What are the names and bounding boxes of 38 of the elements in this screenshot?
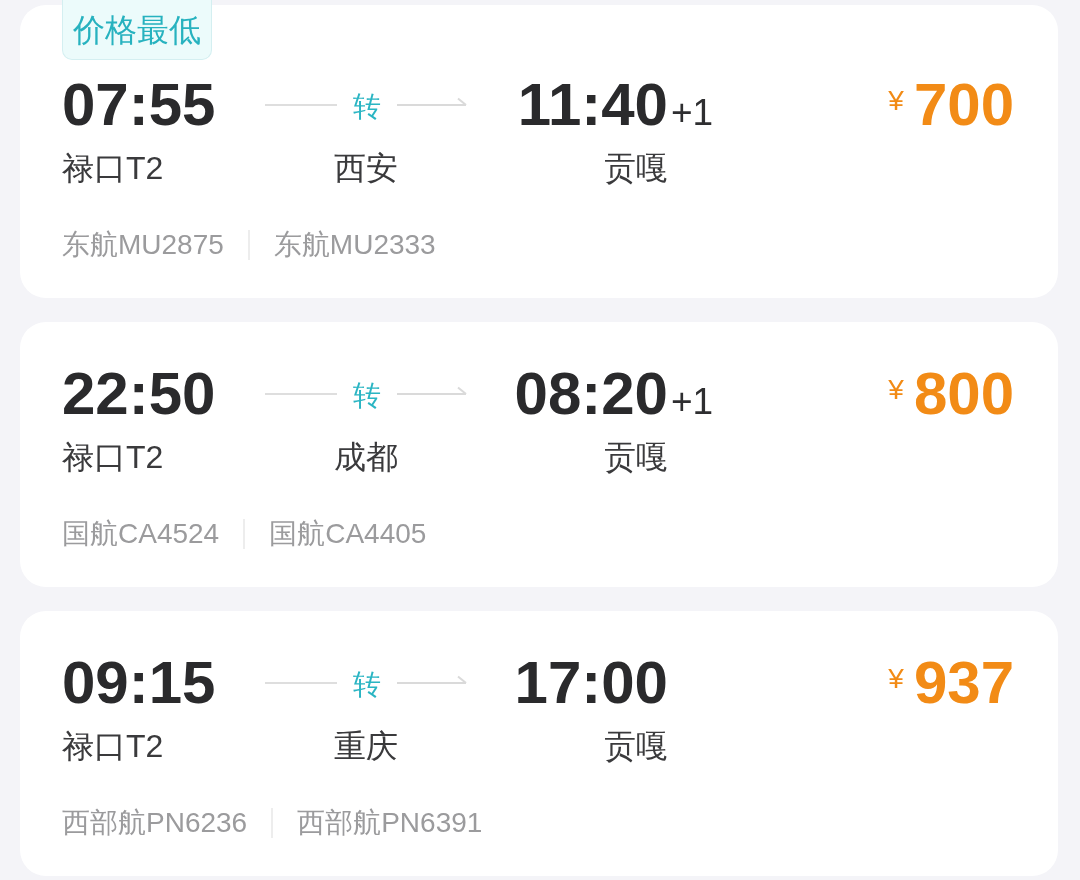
- transfer-label: 转: [352, 90, 381, 123]
- departure-time: 07:55: [62, 75, 216, 135]
- arrival-airport: 贡嘎: [604, 727, 668, 766]
- arrival-time: 08:20: [514, 364, 668, 424]
- transfer-label: 转: [352, 668, 381, 701]
- transfer-city: 重庆: [333, 727, 398, 766]
- currency-symbol: ¥: [888, 86, 904, 116]
- flight-number: 西部航PN6236: [62, 806, 248, 840]
- arrival-time: 17:00: [514, 653, 668, 713]
- connector-arrow: [396, 675, 467, 684]
- price-amount: 800: [913, 364, 1014, 424]
- connector-arrow: [396, 386, 467, 395]
- departure-time: 09:15: [62, 653, 216, 713]
- departure-time: 22:50: [62, 364, 216, 424]
- price-amount: 937: [913, 653, 1014, 713]
- flight-number: 东航MU2875: [62, 228, 224, 262]
- flight-number: 国航CA4524: [62, 517, 220, 551]
- departure-airport: 禄口T2: [62, 727, 164, 766]
- arrival-airport: 贡嘎: [604, 438, 668, 477]
- currency-symbol: ¥: [888, 664, 904, 694]
- arrival-time: 11:40: [517, 75, 668, 135]
- flight-number: 国航CA4405: [269, 517, 427, 551]
- flight-number: 东航MU2333: [273, 228, 436, 262]
- departure-airport: 禄口T2: [62, 149, 164, 188]
- next-day-mark: +1: [671, 93, 714, 133]
- currency-symbol: ¥: [888, 375, 904, 405]
- flight-number: 西部航PN6391: [297, 806, 483, 840]
- lowest-price-badge: 价格最低: [62, 0, 212, 60]
- flight-card[interactable]: 09:15 转 17:00 ¥ 937 禄口T2 重庆 贡嘎 西部航PN6236 西部航PN6391: [20, 611, 1058, 876]
- flight-card[interactable]: 22:50 转 08:20+1 ¥ 800 禄口T2 成都 贡嘎 国航CA4524 国航CA4405: [20, 322, 1058, 587]
- departure-airport: 禄口T2: [62, 438, 164, 477]
- price-amount: 700: [913, 75, 1014, 135]
- arrival-airport: 贡嘎: [604, 149, 668, 188]
- transfer-city: 西安: [333, 149, 398, 188]
- next-day-mark: +1: [671, 382, 714, 422]
- transfer-city: 成都: [333, 438, 398, 477]
- transfer-label: 转: [352, 379, 381, 412]
- connector-arrow: [396, 97, 467, 106]
